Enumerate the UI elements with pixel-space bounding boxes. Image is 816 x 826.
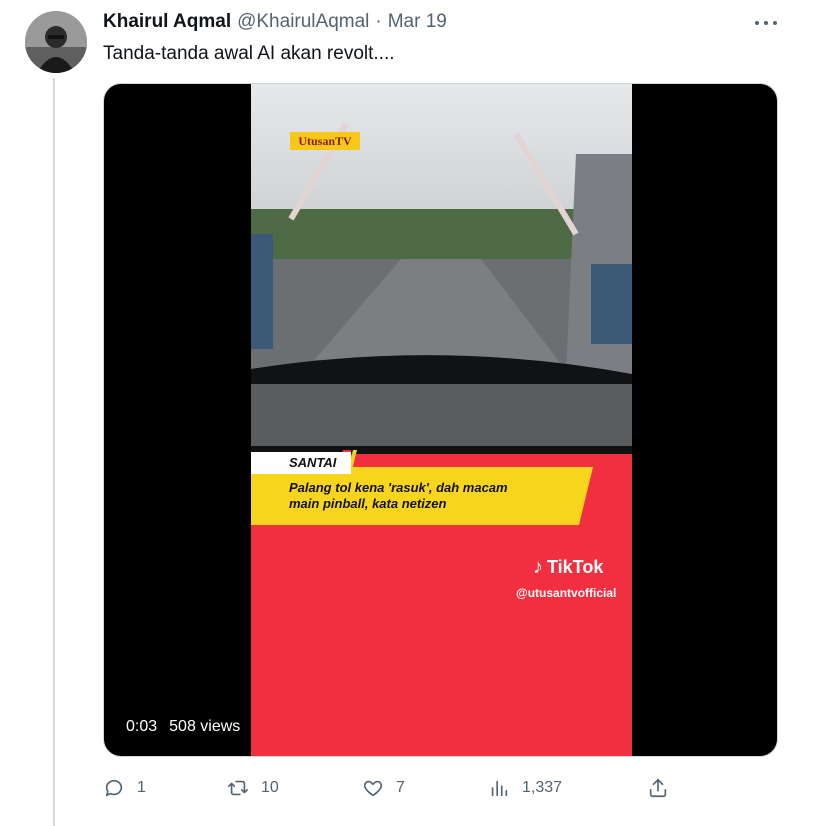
video-stats-badge: 0:03 508 views <box>118 713 249 741</box>
views-button[interactable]: 1,337 <box>488 770 562 806</box>
tiktok-watermark: ♪ TikTok <box>533 556 603 579</box>
avatar[interactable] <box>25 11 87 73</box>
share-button[interactable] <box>647 770 669 806</box>
views-count: 1,337 <box>522 779 563 796</box>
tweet-header: Khairul Aqmal @KhairulAqmal · Mar 19 <box>103 11 447 35</box>
video-elapsed: 0:03 <box>126 718 158 735</box>
caption-line-1: Palang tol kena 'rasuk', dah macam <box>289 480 508 495</box>
more-icon[interactable] <box>752 14 780 32</box>
tiktok-handle: @utusantvofficial <box>516 586 617 600</box>
video-player[interactable]: UtusanTV SANTAI Palang tol kena 'rasuk',… <box>103 83 778 757</box>
author-name[interactable]: Khairul Aqmal <box>103 11 231 33</box>
tiktok-icon: ♪ <box>533 556 543 578</box>
views-icon <box>491 780 508 797</box>
video-views: 508 views <box>169 718 241 735</box>
reply-button[interactable]: 1 <box>103 770 146 806</box>
separator-dot: · <box>375 11 382 32</box>
retweet-count: 10 <box>261 779 279 796</box>
retweet-icon <box>228 780 248 796</box>
like-button[interactable]: 7 <box>362 770 405 806</box>
author-handle[interactable]: @KhairulAqmal <box>237 11 369 33</box>
video-caption: Palang tol kena 'rasuk', dah macam main … <box>289 480 579 512</box>
tiktok-label: TikTok <box>547 557 604 577</box>
tweet-date[interactable]: Mar 19 <box>388 11 447 33</box>
like-icon <box>363 780 383 797</box>
share-icon <box>649 778 667 798</box>
video-tag-label: SANTAI <box>289 455 337 470</box>
thread-line <box>53 78 55 826</box>
tweet-text: Tanda-tanda awal AI akan revolt.... <box>103 43 395 64</box>
reply-count: 1 <box>137 779 146 796</box>
utusan-logo: UtusanTV <box>290 132 360 150</box>
caption-line-2: main pinball, kata netizen <box>289 496 447 511</box>
reply-icon <box>105 779 123 797</box>
video-tag: SANTAI <box>251 452 351 474</box>
like-count: 7 <box>396 779 405 796</box>
retweet-button[interactable]: 10 <box>227 770 279 806</box>
action-bar: 1 10 7 1,337 <box>103 770 783 806</box>
video-frame[interactable]: UtusanTV SANTAI Palang tol kena 'rasuk',… <box>251 84 632 756</box>
